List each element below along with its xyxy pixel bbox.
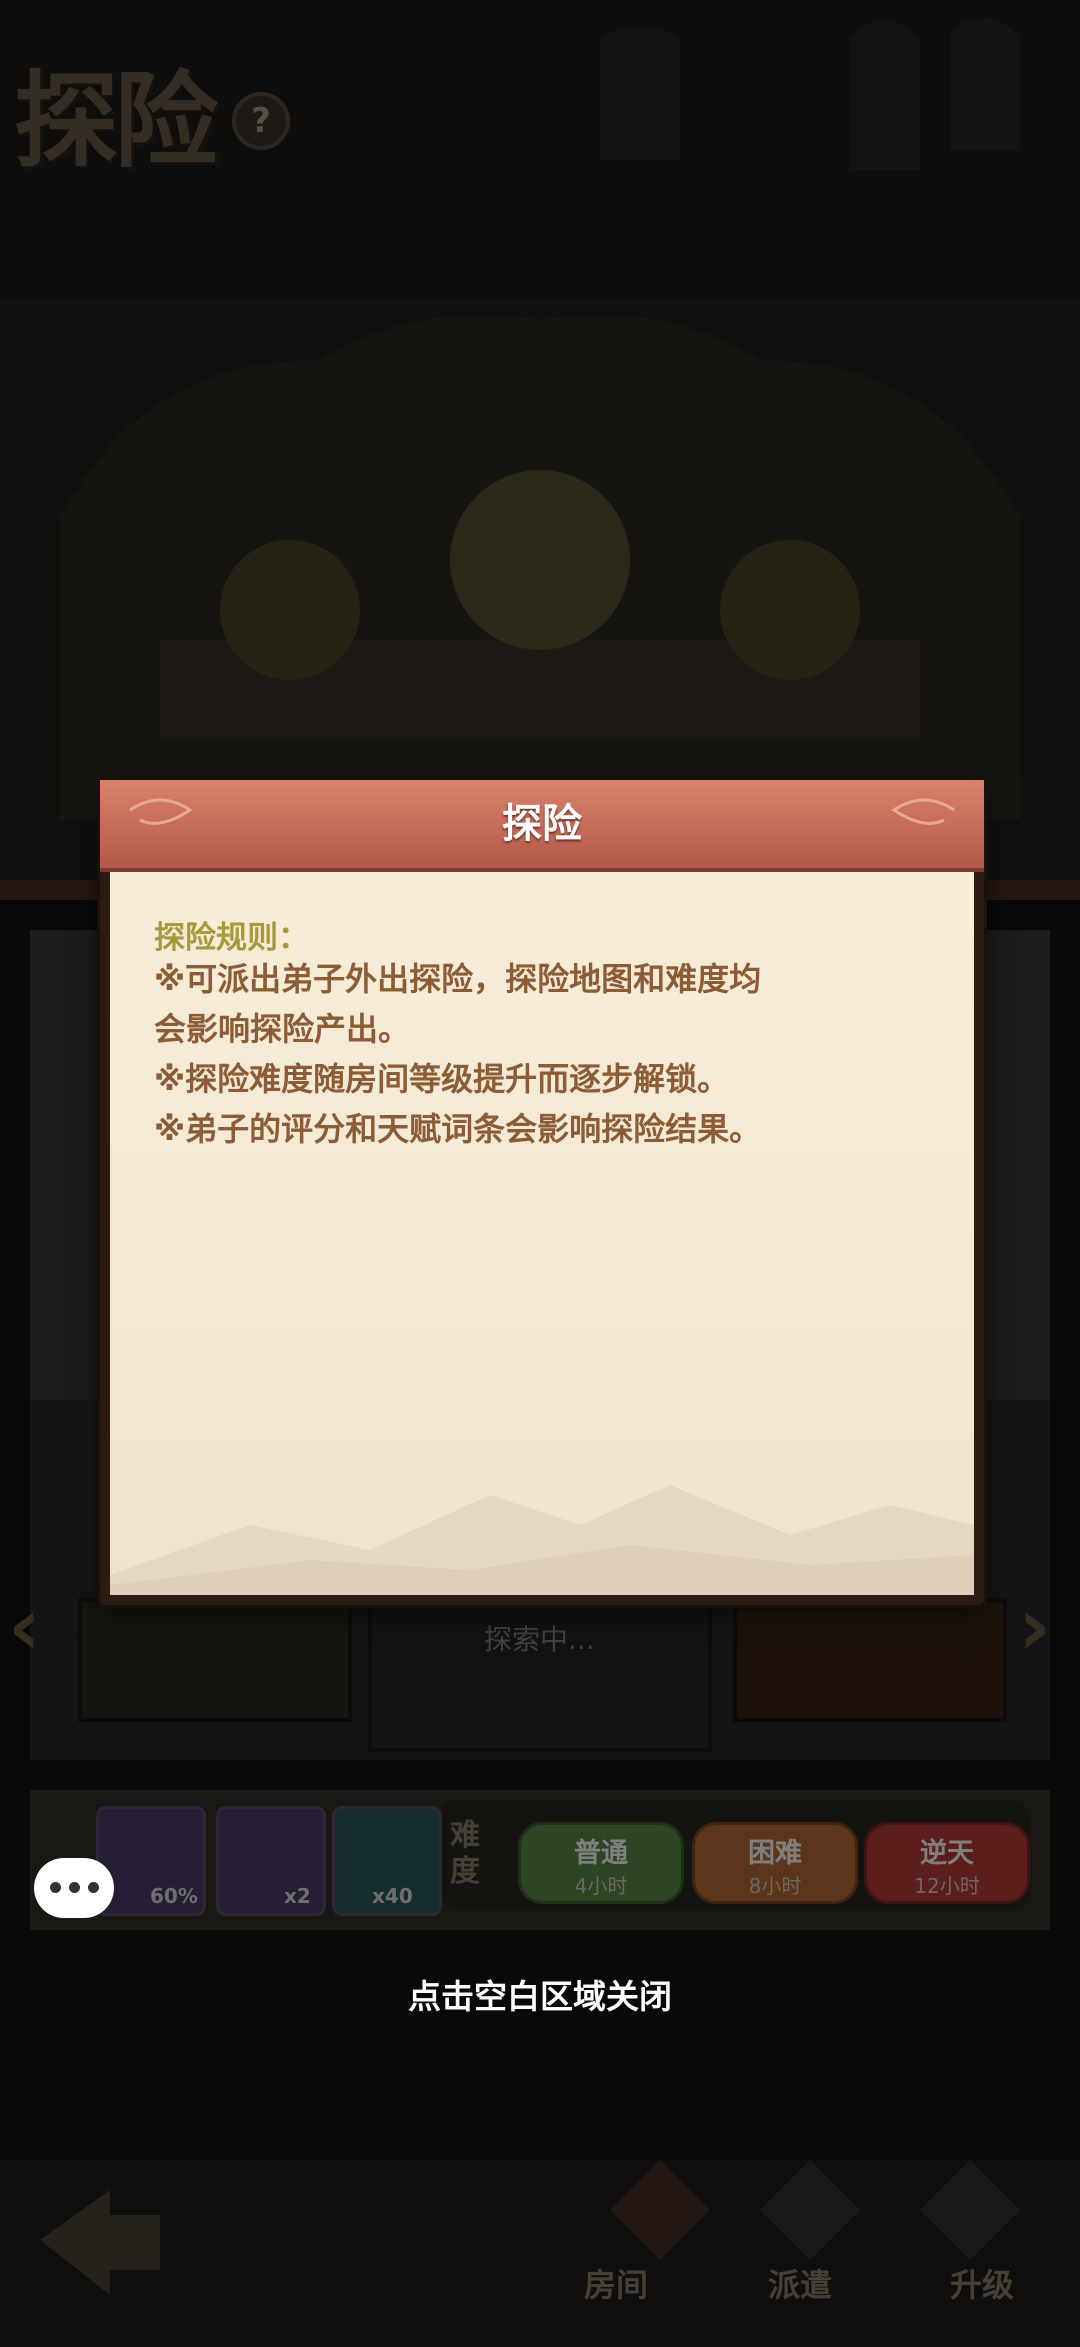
chat-icon[interactable]	[34, 1858, 114, 1918]
modal-title: 探险	[502, 801, 582, 847]
rule-line: ※弟子的评分和天赋词条会影响探险结果。	[154, 1110, 762, 1148]
close-hint: 点击空白区域关闭	[408, 1977, 672, 2016]
mountain-decoration	[110, 1485, 974, 1595]
rule-line: 会影响探险产出。	[154, 1010, 411, 1048]
rule-line: ※可派出弟子外出探险，探险地图和难度均	[154, 960, 762, 998]
rules-heading: 探险规则：	[154, 920, 309, 956]
rules-modal: 探险 探险规则： ※可派出弟子外出探险，探险地图和难度均 会影响探险产出。 ※探…	[100, 780, 984, 1605]
modal-body: 探险规则： ※可派出弟子外出探险，探险地图和难度均 会影响探险产出。 ※探险难度…	[110, 872, 974, 1595]
rule-line: ※探险难度随房间等级提升而逐步解锁。	[154, 1060, 730, 1098]
modal-header: 探险	[100, 780, 984, 872]
